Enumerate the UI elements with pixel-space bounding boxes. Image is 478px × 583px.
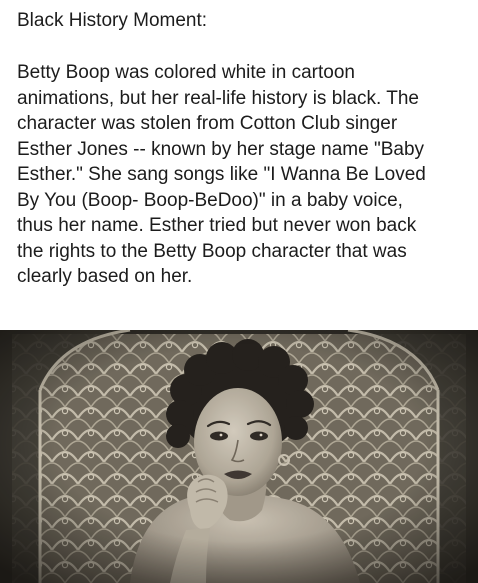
body-line: clearly based on her. bbox=[17, 266, 193, 287]
body-line: thus her name. Esther tried but never wo… bbox=[17, 215, 417, 236]
body-line: Esther Jones -- known by her stage name … bbox=[17, 138, 425, 160]
body-line: Esther." She sang songs like "I Wanna Be… bbox=[17, 164, 426, 185]
body-line: the rights to the Betty Boop character t… bbox=[17, 240, 407, 262]
post-heading: Black History Moment: bbox=[17, 10, 208, 31]
body-line: By You (Boop- Boop-BeDoo)" in a baby voi… bbox=[17, 189, 403, 211]
body-line: character was stolen from Cotton Club si… bbox=[17, 113, 398, 134]
post-body: Betty Boop was colored white in cartoon … bbox=[17, 60, 467, 290]
portrait-illustration bbox=[0, 330, 478, 583]
post-card: Black History Moment: Betty Boop was col… bbox=[0, 0, 478, 583]
body-line: animations, but her real-life history is… bbox=[17, 87, 419, 109]
body-line: Betty Boop was colored white in cartoon bbox=[17, 62, 355, 83]
portrait-photo[interactable] bbox=[0, 330, 478, 583]
